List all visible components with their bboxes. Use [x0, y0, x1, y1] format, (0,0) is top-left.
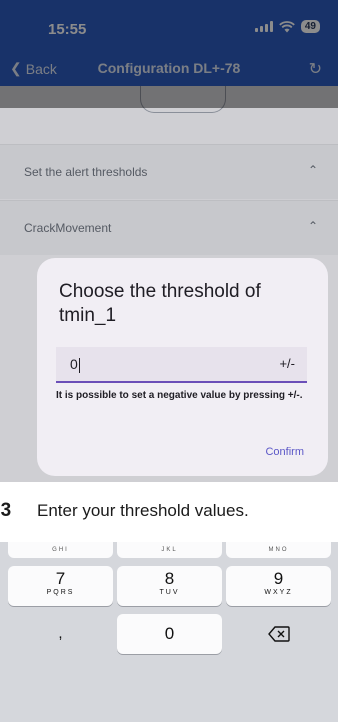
key-5[interactable]: JKL	[117, 542, 222, 558]
section-crack-movement[interactable]: CrackMovement ⌃	[0, 200, 338, 255]
dialog-title: Choose the threshold of tmin_1	[59, 281, 261, 326]
chevron-up-icon: ⌃	[307, 219, 318, 233]
key-letters: TUV	[159, 589, 180, 596]
threshold-input[interactable]: 0 +/-	[56, 347, 307, 383]
key-7[interactable]: 7 PQRS	[8, 566, 113, 606]
threshold-dialog: Choose the threshold of tmin_1 0 +/- It …	[37, 258, 328, 476]
section-alert-thresholds[interactable]: Set the alert thresholds ⌃	[0, 144, 338, 199]
input-value: 0	[70, 356, 80, 373]
key-4[interactable]: GHI	[8, 542, 113, 558]
section-label: Set the alert thresholds	[24, 165, 148, 179]
backspace-key[interactable]	[226, 614, 331, 654]
key-digit: 0	[164, 624, 175, 643]
dim-overlay	[0, 0, 338, 108]
instruction-text: Enter your threshold values.	[37, 501, 249, 520]
key-8[interactable]: 8 TUV	[117, 566, 222, 606]
numeric-keyboard: GHI JKL MNO 7 PQRS 8 TUV 9 WXYZ , 0	[0, 542, 338, 722]
key-comma[interactable]: ,	[8, 614, 113, 654]
helper-text: It is possible to set a negative value b…	[56, 390, 303, 401]
instruction-banner: 03 Enter your threshold values.	[0, 488, 338, 542]
key-0[interactable]: 0	[117, 614, 222, 654]
confirm-button[interactable]: Confirm	[265, 446, 304, 458]
key-digit: 8	[164, 569, 175, 588]
key-digit: 9	[273, 569, 284, 588]
key-6[interactable]: MNO	[226, 542, 331, 558]
phone-screen: 15:55 49 ❮ Back Configuration DL+-78 ↻ S…	[0, 0, 338, 722]
chevron-up-icon: ⌃	[307, 163, 318, 177]
key-letters: WXYZ	[264, 589, 293, 596]
section-label: CrackMovement	[24, 221, 112, 235]
key-digit: 7	[55, 569, 66, 588]
sign-toggle-button[interactable]: +/-	[279, 356, 295, 371]
backspace-icon	[267, 626, 290, 642]
step-number: 03	[0, 500, 12, 521]
key-9[interactable]: 9 WXYZ	[226, 566, 331, 606]
key-letters: PQRS	[46, 589, 75, 596]
